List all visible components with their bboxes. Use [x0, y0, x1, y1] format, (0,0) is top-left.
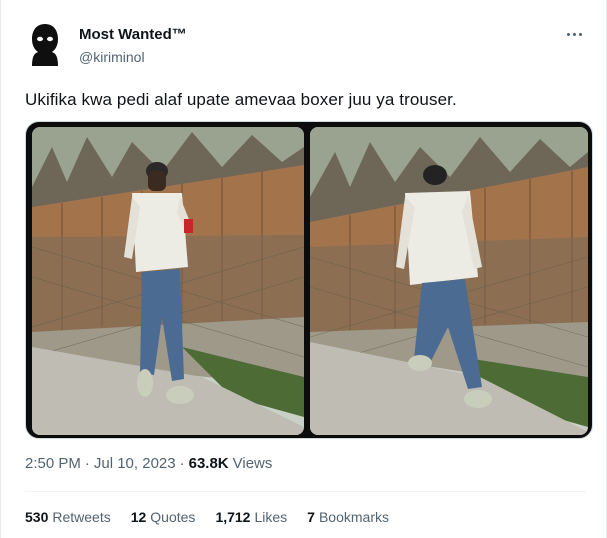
- photo-walking-front[interactable]: [32, 127, 304, 435]
- likes-count: 1,712: [215, 509, 251, 525]
- author-display-name[interactable]: Most Wanted™: [79, 26, 187, 43]
- likes-label: Likes: [254, 509, 288, 525]
- retweets-stat[interactable]: 530 Retweets: [25, 509, 111, 525]
- tweet-date[interactable]: Jul 10, 2023: [94, 455, 176, 472]
- views-label: Views: [232, 455, 273, 472]
- retweets-count: 530: [25, 509, 49, 525]
- media-grid: [25, 121, 593, 439]
- likes-stat[interactable]: 1,712 Likes: [215, 509, 287, 525]
- more-options-icon[interactable]: [562, 24, 586, 44]
- bookmarks-stat[interactable]: 7 Bookmarks: [307, 509, 389, 525]
- tweet-card: Most Wanted™ @kiriminol Ukifika kwa pedi…: [0, 0, 607, 538]
- tweet-time[interactable]: 2:50 PM: [25, 455, 81, 472]
- divider: [25, 491, 586, 492]
- meta-separator: ·: [84, 455, 90, 472]
- retweets-label: Retweets: [52, 509, 111, 525]
- views-count: 63.8K: [188, 455, 229, 472]
- avatar[interactable]: [25, 22, 65, 66]
- meta-separator: ·: [179, 455, 185, 472]
- tweet-text: Ukifika kwa pedi alaf upate amevaa boxer…: [25, 90, 457, 109]
- bookmarks-label: Bookmarks: [318, 509, 389, 525]
- author-name-row[interactable]: Most Wanted™: [79, 26, 187, 43]
- masked-figure-avatar-icon: [32, 24, 58, 66]
- quotes-label: Quotes: [150, 509, 196, 525]
- bookmarks-count: 7: [307, 509, 315, 525]
- tweet-meta: 2:50 PM · Jul 10, 2023 · 63.8K Views: [25, 455, 272, 472]
- photo-walking-back[interactable]: [310, 127, 588, 435]
- author-handle[interactable]: @kiriminol: [79, 49, 145, 65]
- engagement-stats: 530 Retweets 12 Quotes 1,712 Likes 7 Boo…: [25, 509, 389, 525]
- quotes-stat[interactable]: 12 Quotes: [131, 509, 196, 525]
- quotes-count: 12: [130, 509, 147, 525]
